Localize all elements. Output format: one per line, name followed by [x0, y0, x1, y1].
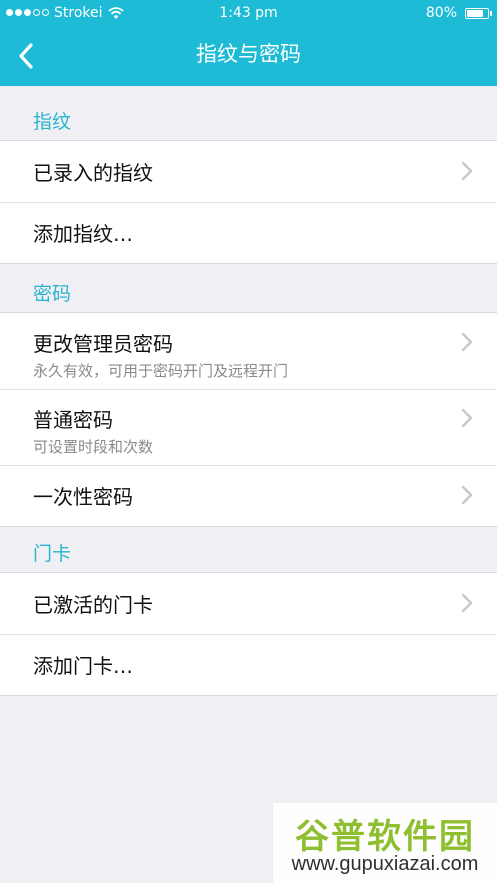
chevron-right-icon — [461, 332, 473, 352]
row-label: 一次性密码 — [33, 485, 133, 509]
section-header-door-card: 门卡 — [0, 518, 497, 572]
battery-icon — [465, 8, 489, 19]
section-header-label: 密码 — [33, 283, 72, 305]
watermark-url: www.gupuxiazai.com — [291, 853, 479, 875]
chevron-right-icon — [461, 485, 473, 505]
row-label: 普通密码 — [33, 408, 113, 432]
navigation-bar: 指纹与密码 — [0, 26, 497, 86]
status-time: 1:43 pm — [219, 5, 278, 21]
row-subtitle: 永久有效，可用于密码开门及远程开门 — [33, 362, 289, 380]
row-label: 添加指纹… — [33, 222, 133, 246]
row-label: 已激活的门卡 — [33, 593, 153, 617]
row-subtitle: 可设置时段和次数 — [33, 438, 154, 456]
row-normal-password[interactable]: 普通密码 可设置时段和次数 — [0, 389, 497, 465]
row-label: 已录入的指纹 — [33, 161, 153, 185]
fingerprint-group: 已录入的指纹 添加指纹… — [0, 140, 497, 264]
chevron-right-icon — [461, 408, 473, 428]
row-add-fingerprint[interactable]: 添加指纹… — [0, 202, 497, 263]
row-label: 更改管理员密码 — [33, 332, 173, 356]
password-group: 更改管理员密码 永久有效，可用于密码开门及远程开门 普通密码 可设置时段和次数 … — [0, 312, 497, 527]
watermark-title: 谷普软件园 — [295, 817, 475, 857]
section-header-fingerprint: 指纹 — [0, 86, 497, 140]
chevron-right-icon — [461, 161, 473, 181]
battery-fill — [467, 10, 483, 17]
row-one-time-password[interactable]: 一次性密码 — [0, 465, 497, 526]
row-add-door-card[interactable]: 添加门卡… — [0, 634, 497, 695]
chevron-right-icon — [461, 593, 473, 613]
app-header: Strokei 1:43 pm 80% 指纹与密码 — [0, 0, 497, 86]
section-header-label: 指纹 — [33, 111, 72, 133]
page-title: 指纹与密码 — [196, 42, 301, 66]
row-label: 添加门卡… — [33, 654, 133, 678]
status-bar: Strokei 1:43 pm 80% — [0, 0, 497, 26]
row-enrolled-fingerprints[interactable]: 已录入的指纹 — [0, 141, 497, 202]
battery-tip — [490, 11, 492, 16]
watermark-logo: 谷普软件园 www.gupuxiazai.com — [273, 803, 497, 883]
row-change-admin-password[interactable]: 更改管理员密码 永久有效，可用于密码开门及远程开门 — [0, 313, 497, 389]
section-header-password: 密码 — [0, 258, 497, 312]
row-activated-door-cards[interactable]: 已激活的门卡 — [0, 573, 497, 634]
door-card-group: 已激活的门卡 添加门卡… — [0, 572, 497, 696]
section-header-label: 门卡 — [33, 543, 72, 565]
battery-percentage: 80% — [425, 5, 457, 21]
